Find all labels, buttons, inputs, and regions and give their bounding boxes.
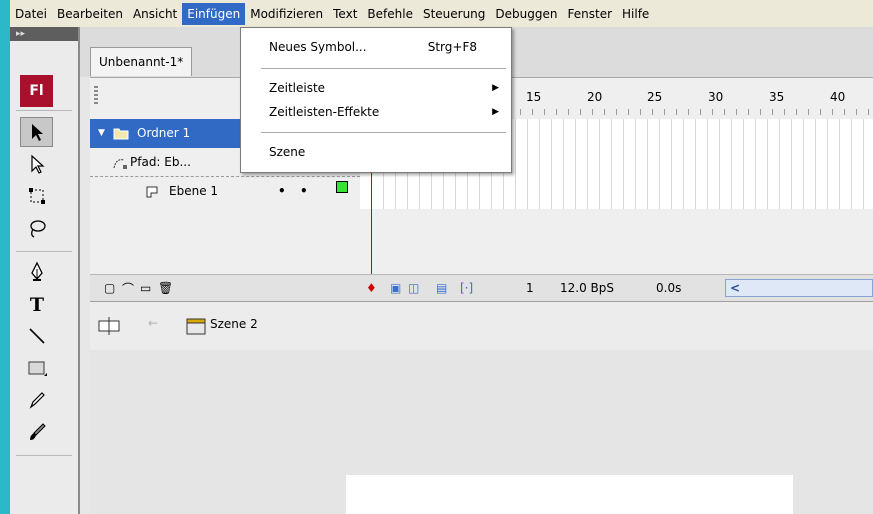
layer-row[interactable]: Ebene 1 • • bbox=[90, 177, 360, 206]
menu-steuerung[interactable]: Steuerung bbox=[418, 3, 490, 25]
delete-layer-icon[interactable]: 🗑 bbox=[158, 281, 173, 295]
toolbar-divider bbox=[16, 251, 72, 252]
visibility-dot[interactable]: • bbox=[278, 177, 286, 206]
outline-color-swatch[interactable] bbox=[336, 181, 348, 193]
brush-tool[interactable] bbox=[20, 417, 53, 447]
ruler-label: 25 bbox=[647, 90, 663, 104]
lock-dot[interactable]: • bbox=[300, 177, 308, 206]
menu-item-scene[interactable]: Szene bbox=[269, 142, 499, 162]
ruler-ticks bbox=[520, 109, 873, 115]
toolbar-divider bbox=[16, 110, 72, 111]
svg-text:T: T bbox=[29, 294, 43, 315]
submenu-arrow-icon: ▶ bbox=[492, 107, 499, 117]
menu-bar: Datei Bearbeiten Ansicht Einfügen Modifi… bbox=[10, 0, 873, 28]
menu-modifizieren[interactable]: Modifizieren bbox=[245, 3, 328, 25]
menu-item-timeline[interactable]: Zeitleiste ▶ bbox=[269, 78, 499, 98]
add-guide-icon[interactable]: ⌒ bbox=[122, 280, 134, 297]
ruler-label: 30 bbox=[708, 90, 724, 104]
pencil-icon bbox=[29, 392, 45, 409]
line-tool[interactable] bbox=[20, 321, 53, 351]
submenu-arrow-icon: ▶ bbox=[492, 83, 499, 93]
menu-debuggen[interactable]: Debuggen bbox=[490, 3, 562, 25]
edit-bar: ← Szene 2 bbox=[90, 301, 873, 351]
menu-item-shortcut: Strg+F8 bbox=[427, 40, 477, 54]
text-icon: T bbox=[29, 294, 43, 315]
pencil-tool[interactable] bbox=[20, 385, 53, 415]
folder-expand-icon[interactable]: ▼ bbox=[98, 119, 105, 148]
line-icon bbox=[28, 328, 45, 344]
subselection-arrow-icon bbox=[30, 154, 45, 174]
rectangle-tool[interactable] bbox=[20, 353, 53, 383]
insert-menu-dropdown: Neues Symbol... Strg+F8 Zeitleiste ▶ Zei… bbox=[240, 27, 512, 173]
menu-item-label: Zeitleisten-Effekte bbox=[269, 105, 380, 119]
modify-markers-icon[interactable]: [·] bbox=[460, 281, 473, 295]
panel-grip[interactable]: ▸▸ bbox=[10, 27, 78, 41]
layer-icon bbox=[146, 186, 158, 198]
ruler-label: 15 bbox=[526, 90, 542, 104]
menu-bearbeiten[interactable]: Bearbeiten bbox=[52, 3, 128, 25]
menu-item-label: Zeitleiste bbox=[269, 81, 326, 95]
menu-befehle[interactable]: Befehle bbox=[362, 3, 418, 25]
subselection-tool[interactable] bbox=[20, 149, 53, 179]
onion-skin-icon[interactable]: ▣ bbox=[390, 281, 401, 295]
menu-fenster[interactable]: Fenster bbox=[563, 3, 618, 25]
add-layer-icon[interactable]: ▢ bbox=[104, 281, 115, 295]
frame-rate[interactable]: 12.0 BpS bbox=[560, 281, 614, 295]
menu-einfuegen[interactable]: Einfügen bbox=[182, 2, 246, 25]
layer-name: Ordner 1 bbox=[137, 126, 191, 140]
lasso-tool[interactable] bbox=[20, 213, 53, 243]
ruler-label: 40 bbox=[830, 90, 846, 104]
rectangle-icon bbox=[27, 361, 47, 376]
menu-ansicht[interactable]: Ansicht bbox=[128, 3, 182, 25]
menu-item-label: Neues Symbol... bbox=[269, 40, 367, 54]
motion-guide-icon bbox=[113, 159, 127, 169]
add-folder-icon[interactable]: ▭ bbox=[140, 281, 151, 295]
current-frame: 1 bbox=[526, 281, 534, 295]
pen-tool[interactable] bbox=[20, 257, 53, 287]
back-arrow-icon[interactable]: ← bbox=[148, 316, 158, 330]
scene-clapper-icon bbox=[186, 318, 206, 335]
selection-tool[interactable] bbox=[20, 117, 53, 147]
menu-item-timeline-effects[interactable]: Zeitleisten-Effekte ▶ bbox=[269, 102, 499, 122]
edit-multiple-icon[interactable]: ▤ bbox=[436, 281, 447, 295]
menu-text[interactable]: Text bbox=[328, 3, 362, 25]
elapsed-time: 0.0s bbox=[656, 281, 682, 295]
selection-arrow-icon bbox=[31, 124, 43, 141]
text-tool[interactable]: T bbox=[20, 289, 53, 319]
free-transform-icon bbox=[28, 188, 45, 204]
folder-icon bbox=[113, 128, 129, 140]
scene-name[interactable]: Szene 2 bbox=[210, 317, 258, 331]
timeline-status-bar: ▢ ⌒ ▭ 🗑 ♦ ▣ ◫ ▤ [·] 1 12.0 BpS 0.0s < bbox=[90, 274, 873, 301]
timeline-hscrollbar[interactable]: < bbox=[725, 279, 873, 297]
stage-canvas[interactable] bbox=[346, 475, 793, 514]
ruler-label: 20 bbox=[587, 90, 603, 104]
menu-separator bbox=[261, 132, 506, 133]
tools-panel: ▸▸ Fl T bbox=[10, 27, 80, 514]
center-frame-icon[interactable]: ♦ bbox=[366, 281, 377, 295]
timeline-grip-icon bbox=[94, 86, 98, 106]
menu-hilfe[interactable]: Hilfe bbox=[617, 3, 654, 25]
toolbar-divider bbox=[16, 455, 72, 456]
flash-logo: Fl bbox=[20, 75, 53, 107]
document-tab[interactable]: Unbenannt-1* bbox=[90, 47, 193, 76]
menu-item-new-symbol[interactable]: Neues Symbol... Strg+F8 bbox=[269, 37, 499, 57]
menu-item-label: Szene bbox=[269, 145, 306, 159]
lasso-icon bbox=[29, 220, 46, 238]
brush-icon bbox=[29, 423, 46, 440]
layer-name: Pfad: Eb... bbox=[130, 155, 191, 169]
scroll-left-icon[interactable]: < bbox=[730, 280, 740, 296]
pen-icon bbox=[30, 261, 43, 281]
onion-outline-icon[interactable]: ◫ bbox=[408, 281, 419, 295]
timeline-toggle-icon[interactable] bbox=[98, 317, 120, 335]
ruler-label: 35 bbox=[769, 90, 785, 104]
menu-separator bbox=[261, 68, 506, 69]
free-transform-tool[interactable] bbox=[20, 181, 53, 211]
layer-name: Ebene 1 bbox=[169, 184, 219, 198]
menu-datei[interactable]: Datei bbox=[10, 3, 52, 25]
